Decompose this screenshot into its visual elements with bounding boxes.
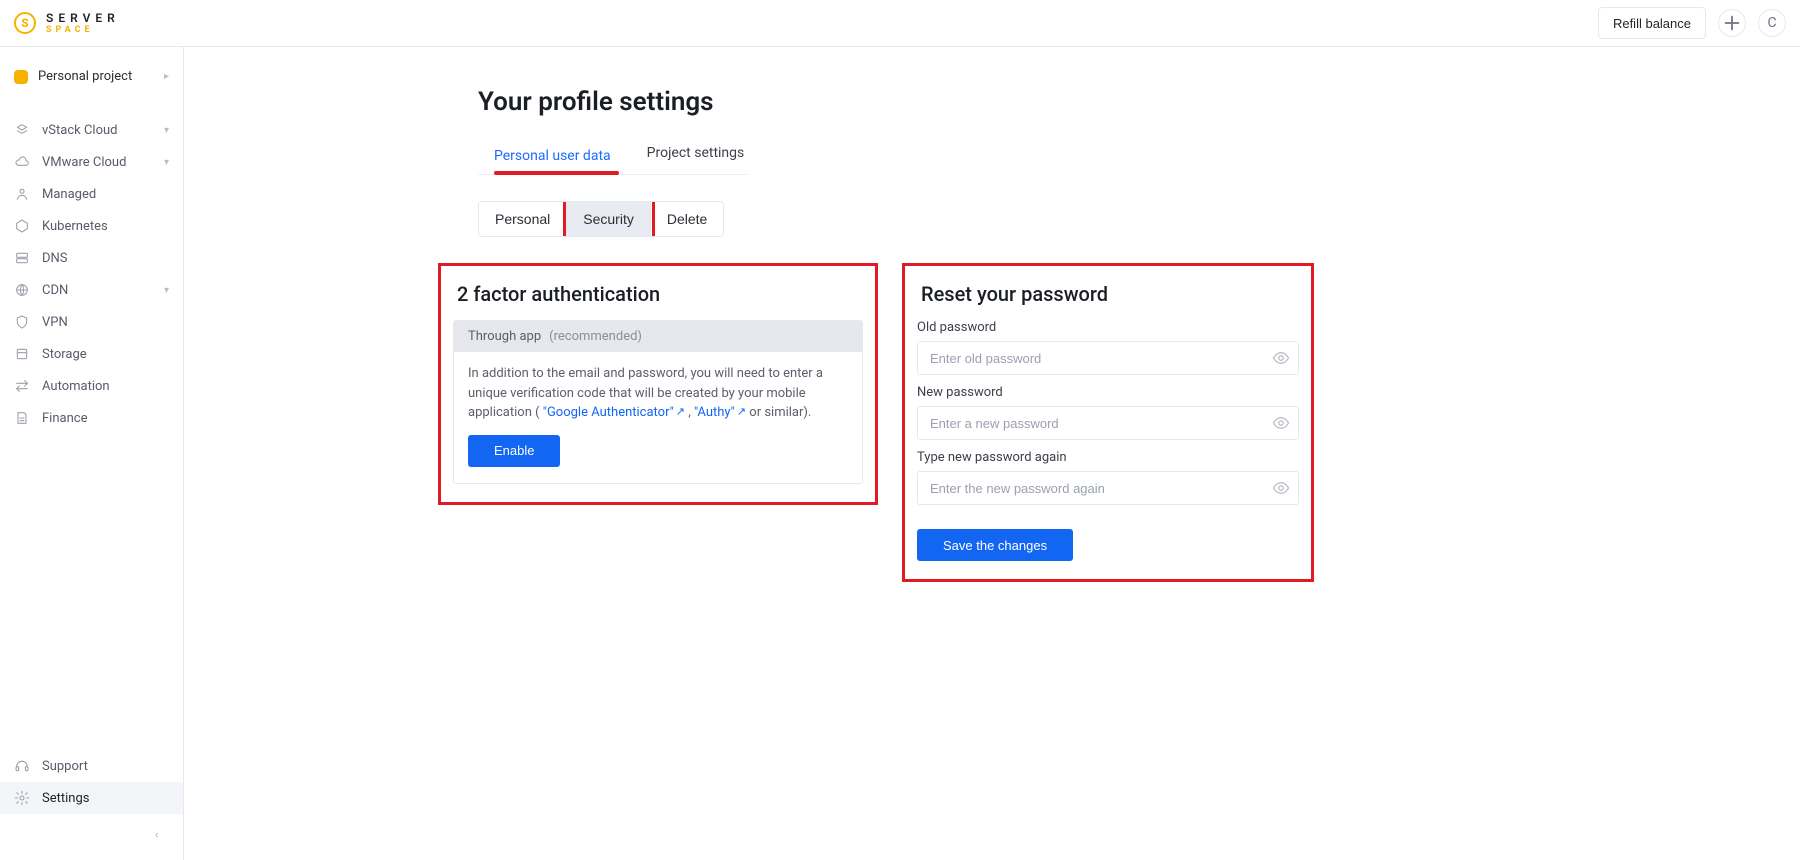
automation-icon — [14, 378, 30, 394]
sidebar-nav: vStack Cloud ▾ VMware Cloud ▾ — [0, 114, 183, 434]
person-icon — [14, 186, 30, 202]
sidebar-item-finance[interactable]: Finance — [0, 402, 183, 434]
sidebar-item-label: Kubernetes — [42, 219, 108, 234]
refill-balance-button[interactable]: Refill balance — [1598, 7, 1706, 39]
sidebar-item-vstack-cloud[interactable]: vStack Cloud ▾ — [0, 114, 183, 146]
two-factor-heading: 2 factor authentication — [457, 282, 859, 306]
kubernetes-icon — [14, 218, 30, 234]
page-title: Your profile settings — [478, 87, 1598, 117]
chevron-down-icon: ▾ — [164, 285, 169, 296]
sidebar-item-label: VMware Cloud — [42, 155, 126, 170]
sidebar-item-label: CDN — [42, 283, 68, 298]
sidebar-item-automation[interactable]: Automation — [0, 370, 183, 402]
two-factor-panel: 2 factor authentication Through app (rec… — [438, 263, 878, 505]
chevron-down-icon: ▾ — [164, 157, 169, 168]
twofa-text-suffix: or similar). — [749, 405, 811, 420]
sidebar-item-label: Support — [42, 759, 88, 774]
new-password-input[interactable] — [917, 406, 1299, 440]
project-color-icon — [14, 70, 28, 84]
sidebar-item-label: Automation — [42, 379, 110, 394]
segment-personal[interactable]: Personal — [479, 202, 567, 236]
old-password-label: Old password — [917, 320, 1299, 335]
two-factor-tab-recommended: (recommended) — [549, 329, 642, 344]
plus-icon — [1719, 10, 1745, 36]
stack-icon — [14, 122, 30, 138]
toggle-visibility-button[interactable] — [1271, 413, 1291, 433]
user-avatar[interactable]: C — [1758, 9, 1786, 37]
two-factor-tab-through-app[interactable]: Through app (recommended) — [454, 321, 862, 352]
finance-icon — [14, 410, 30, 426]
tab-project-settings[interactable]: Project settings — [647, 145, 745, 174]
reset-password-heading: Reset your password — [921, 282, 1295, 306]
confirm-password-input[interactable] — [917, 471, 1299, 505]
sidebar-item-support[interactable]: Support — [0, 750, 183, 782]
main-content: Your profile settings Personal user data… — [184, 47, 1800, 860]
brand-line2: SPACE — [46, 26, 120, 35]
sidebar-item-label: DNS — [42, 251, 68, 266]
project-switcher[interactable]: Personal project ▸ — [0, 61, 183, 92]
avatar-initial: C — [1767, 15, 1776, 31]
two-factor-tab-label: Through app — [468, 329, 541, 344]
add-button[interactable] — [1718, 9, 1746, 37]
sidebar-item-cdn[interactable]: CDN ▾ — [0, 274, 183, 306]
sidebar-item-label: Managed — [42, 187, 96, 202]
dns-icon — [14, 250, 30, 266]
sidebar-footer: Support Settings — [0, 750, 183, 860]
sidebar-item-storage[interactable]: Storage — [0, 338, 183, 370]
top-actions: Refill balance C — [1598, 7, 1786, 39]
link-authy[interactable]: "Authy" — [694, 405, 735, 420]
sidebar-item-dns[interactable]: DNS — [0, 242, 183, 274]
sidebar-item-vmware-cloud[interactable]: VMware Cloud ▾ — [0, 146, 183, 178]
brand-line1: SERVER — [46, 12, 120, 24]
eye-icon — [1272, 479, 1290, 497]
globe-icon — [14, 282, 30, 298]
shield-icon — [14, 314, 30, 330]
eye-icon — [1272, 414, 1290, 432]
chevron-down-icon: ▾ — [164, 125, 169, 136]
sidebar: Personal project ▸ vStack Cloud ▾ — [0, 47, 184, 860]
sidebar-item-settings[interactable]: Settings — [0, 782, 183, 814]
settings-tabs: Personal user data Project settings — [478, 145, 748, 175]
sidebar-item-label: vStack Cloud — [42, 123, 118, 138]
sidebar-item-label: VPN — [42, 315, 68, 330]
brand-wordmark: SERVER SPACE — [46, 12, 120, 35]
top-bar: SERVER SPACE Refill balance C — [0, 0, 1800, 47]
gear-icon — [14, 790, 30, 806]
two-factor-description: In addition to the email and password, y… — [454, 352, 862, 483]
eye-icon — [1272, 349, 1290, 367]
confirm-password-label: Type new password again — [917, 450, 1299, 465]
brand-logo-icon — [14, 12, 36, 34]
sidebar-item-label: Storage — [42, 347, 87, 362]
external-link-icon: ↗ — [737, 404, 746, 421]
sidebar-item-vpn[interactable]: VPN — [0, 306, 183, 338]
toggle-visibility-button[interactable] — [1271, 348, 1291, 368]
toggle-visibility-button[interactable] — [1271, 478, 1291, 498]
chevron-left-icon — [153, 831, 161, 839]
save-password-button[interactable]: Save the changes — [917, 529, 1073, 561]
segment-security[interactable]: Security — [567, 202, 651, 236]
headset-icon — [14, 758, 30, 774]
sidebar-item-kubernetes[interactable]: Kubernetes — [0, 210, 183, 242]
sidebar-item-label: Settings — [42, 791, 89, 806]
tab-personal-user-data[interactable]: Personal user data — [494, 148, 611, 177]
old-password-input[interactable] — [917, 341, 1299, 375]
segment-delete[interactable]: Delete — [651, 202, 723, 236]
external-link-icon: ↗ — [676, 404, 685, 421]
sidebar-collapse-button[interactable] — [147, 824, 167, 844]
profile-subnav: Personal Security Delete — [478, 201, 724, 237]
two-factor-card: Through app (recommended) In addition to… — [453, 320, 863, 484]
storage-icon — [14, 346, 30, 362]
enable-2fa-button[interactable]: Enable — [468, 435, 560, 467]
project-name: Personal project — [38, 69, 132, 84]
new-password-label: New password — [917, 385, 1299, 400]
chevron-right-icon: ▸ — [164, 71, 169, 82]
brand: SERVER SPACE — [14, 12, 120, 35]
link-google-authenticator[interactable]: "Google Authenticator" — [543, 405, 674, 420]
reset-password-panel: Reset your password Old password New pas… — [902, 263, 1314, 582]
sidebar-item-managed[interactable]: Managed — [0, 178, 183, 210]
sidebar-item-label: Finance — [42, 411, 87, 426]
cloud-icon — [14, 154, 30, 170]
